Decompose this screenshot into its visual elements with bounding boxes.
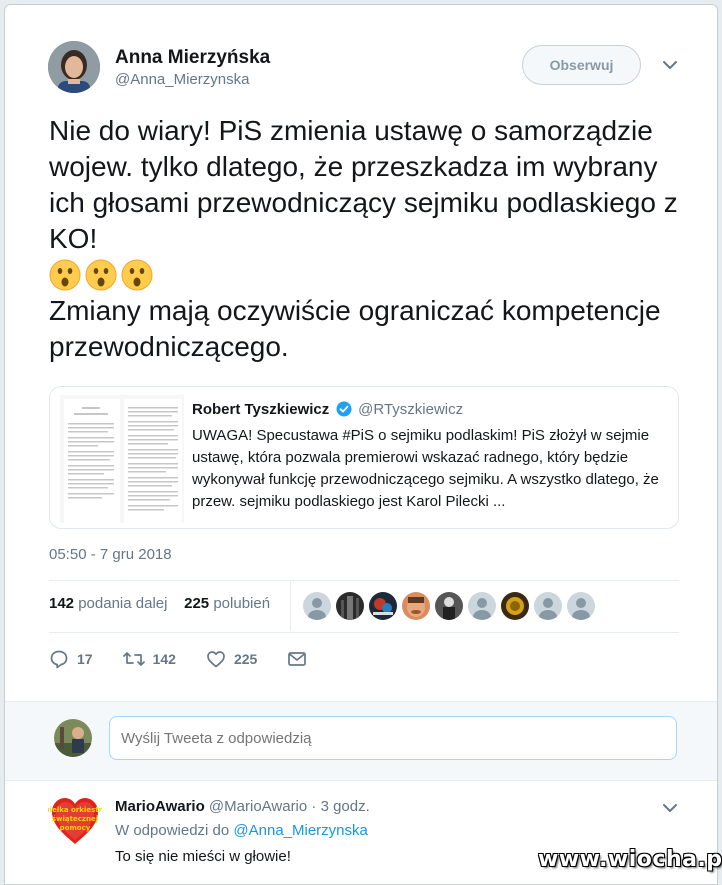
quoted-tweet-text: UWAGA! Specustawa #PiS o sejmiku podlask… — [192, 427, 659, 510]
svg-text:wielka orkiestra: wielka orkiestra — [48, 806, 102, 814]
action-bar: 17 142 225 — [49, 649, 337, 669]
follow-button[interactable]: Obserwuj — [522, 45, 641, 85]
quoted-author-name[interactable]: Robert Tyszkiewicz — [192, 401, 329, 418]
reply-button[interactable]: 17 — [49, 649, 93, 669]
verified-badge-icon — [336, 401, 352, 417]
astonished-face-icon — [49, 259, 81, 291]
reply-input[interactable] — [109, 716, 677, 760]
current-user-avatar[interactable] — [54, 719, 92, 757]
likes-label[interactable]: polubień — [213, 595, 270, 612]
svg-text:świątecznej: świątecznej — [52, 815, 98, 823]
reply-to-line: W odpowiedzi do @Anna_Mierzynska — [115, 822, 368, 839]
liker-avatar[interactable] — [303, 592, 331, 620]
reply-composer — [5, 701, 717, 781]
stats-divider — [290, 581, 291, 631]
reply-to-handle[interactable]: @Anna_Mierzynska — [233, 822, 367, 839]
reply-count: 17 — [77, 651, 93, 667]
liker-avatar[interactable] — [435, 592, 463, 620]
quoted-tweet[interactable]: Robert Tyszkiewicz @RTyszkiewicz UWAGA! … — [49, 386, 679, 529]
like-button[interactable]: 225 — [206, 649, 257, 669]
tweet-text-main: Nie do wiary! PiS zmienia ustawę o samor… — [49, 115, 678, 254]
liker-avatar[interactable] — [501, 592, 529, 620]
liker-avatar[interactable] — [534, 592, 562, 620]
author-name[interactable]: Anna Mierzyńska — [115, 47, 270, 69]
direct-message-button[interactable] — [287, 649, 307, 669]
astonished-face-icon — [121, 259, 153, 291]
heart-icon — [207, 651, 225, 668]
liker-avatar[interactable] — [336, 592, 364, 620]
reply-author-avatar[interactable]: wielka orkiestra świątecznej pomocy — [48, 794, 102, 848]
reply-time[interactable]: · 3 godz. — [311, 798, 369, 815]
likers-avatars — [303, 592, 595, 620]
likes-count[interactable]: 225 — [184, 595, 209, 612]
watermark: www.wiocha.pl — [538, 847, 722, 872]
liker-avatar[interactable] — [567, 592, 595, 620]
tweet-stats: 142 podania dalej 225 polubień — [49, 595, 270, 612]
reply-header: MarioAwario @MarioAwario · 3 godz. — [115, 798, 370, 815]
author-avatar[interactable] — [48, 41, 100, 93]
liker-avatar[interactable] — [402, 592, 430, 620]
emoji-row — [49, 257, 689, 293]
tweet-timestamp[interactable]: 05:50 - 7 gru 2018 — [49, 546, 172, 563]
reply-author-handle[interactable]: @MarioAwario — [209, 798, 307, 815]
retweet-count: 142 — [152, 651, 176, 667]
quoted-tweet-body: Robert Tyszkiewicz @RTyszkiewicz UWAGA! … — [192, 401, 672, 513]
liker-avatar[interactable] — [468, 592, 496, 620]
quoted-author-handle[interactable]: @RTyszkiewicz — [358, 401, 463, 418]
retweet-button[interactable]: 142 — [122, 649, 176, 669]
author-handle[interactable]: @Anna_Mierzynska — [115, 71, 249, 88]
reply-text: To się nie mieści w głowie! — [115, 848, 291, 865]
retweets-count[interactable]: 142 — [49, 595, 74, 612]
svg-text:pomocy: pomocy — [60, 824, 91, 832]
reply-to-prefix: W odpowiedzi do — [115, 822, 230, 839]
liker-avatar[interactable] — [369, 592, 397, 620]
divider — [49, 632, 679, 633]
like-count: 225 — [233, 651, 258, 667]
chevron-down-icon[interactable] — [658, 796, 682, 825]
retweets-label[interactable]: podania dalej — [78, 595, 167, 612]
astonished-face-icon — [85, 259, 117, 291]
reply-icon — [50, 650, 68, 669]
tweet-card: Anna Mierzyńska @Anna_Mierzynska Obserwu… — [4, 4, 718, 885]
document-thumbnail[interactable] — [60, 395, 184, 523]
retweet-icon — [122, 652, 145, 666]
reply-author-name[interactable]: MarioAwario — [115, 798, 205, 815]
tweet-text-secondary: Zmiany mają oczywiście ograniczać kompet… — [49, 295, 661, 362]
wosp-logo-text: wielka orkiestra świątecznej pomocy — [48, 806, 102, 832]
envelope-icon — [288, 652, 307, 666]
divider — [49, 580, 679, 581]
tweet-text: Nie do wiary! PiS zmienia ustawę o samor… — [49, 113, 689, 365]
chevron-down-icon[interactable] — [658, 53, 682, 77]
